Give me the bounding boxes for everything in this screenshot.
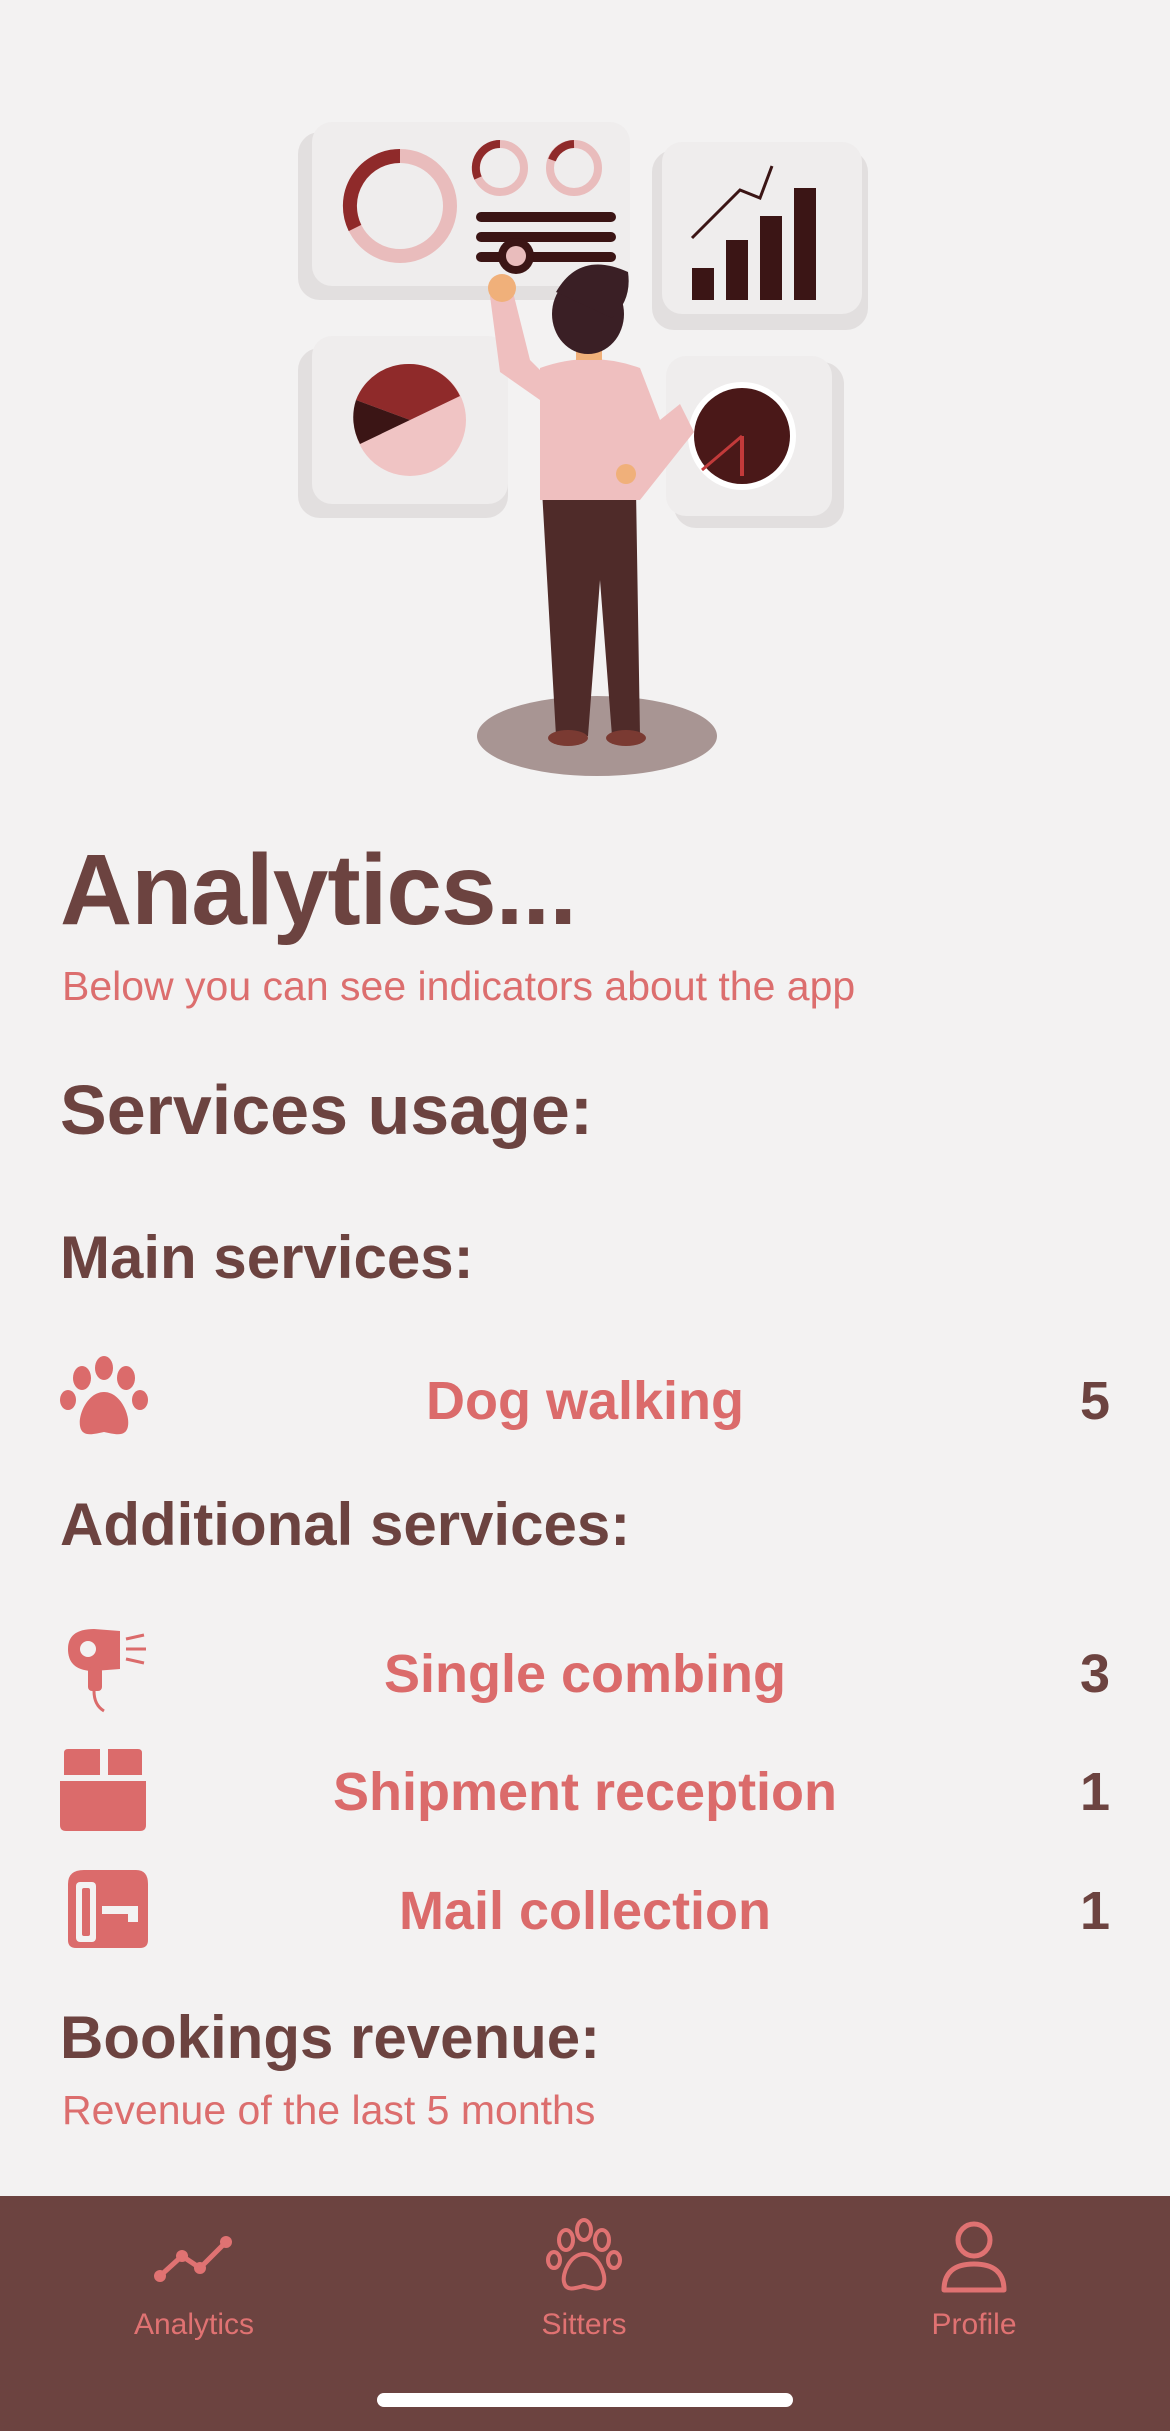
service-label: Mail collection	[398, 1881, 772, 1941]
package-icon	[60, 1749, 146, 1831]
service-label: Shipment reception	[332, 1762, 838, 1822]
service-count: 1	[1079, 1881, 1110, 1941]
service-count: 3	[1079, 1644, 1110, 1704]
home-indicator[interactable]	[377, 2393, 793, 2407]
service-label: Dog walking	[425, 1371, 744, 1431]
service-row-mail-collection: Mail collection 1	[0, 1862, 1170, 1962]
analytics-illustration	[298, 122, 868, 776]
service-count: 5	[1079, 1371, 1110, 1431]
tab-sitters[interactable]: Sitters	[434, 2196, 734, 2376]
service-label: Single combing	[383, 1644, 787, 1704]
additional-services-heading: Additional services:	[60, 1491, 631, 1558]
line-chart-icon	[154, 2236, 232, 2282]
tab-analytics[interactable]: Analytics	[44, 2196, 344, 2376]
hair-dryer-icon	[68, 1629, 146, 1713]
services-usage-heading: Services usage:	[60, 1071, 594, 1149]
paw-icon	[60, 1356, 148, 1435]
page-subtitle: Below you can see indicators about the a…	[62, 963, 856, 1009]
person-icon	[941, 2221, 1007, 2293]
page-title: Analytics...	[60, 834, 577, 946]
tab-label: Analytics	[133, 2308, 255, 2341]
service-row-single-combing: Single combing 3	[0, 1625, 1170, 1725]
tab-profile[interactable]: Profile	[824, 2196, 1124, 2376]
revenue-subtitle: Revenue of the last 5 months	[62, 2087, 596, 2133]
main-services-heading: Main services:	[60, 1224, 474, 1291]
mailbox-icon	[68, 1870, 148, 1948]
service-row-dog-walking: Dog walking 5	[0, 1352, 1170, 1452]
tab-label: Sitters	[541, 2308, 627, 2341]
service-row-shipment-reception: Shipment reception 1	[0, 1743, 1170, 1843]
bookings-revenue-heading: Bookings revenue:	[60, 2004, 601, 2071]
tab-label: Profile	[931, 2308, 1017, 2341]
paw-icon	[546, 2218, 622, 2291]
service-count: 1	[1079, 1762, 1110, 1822]
